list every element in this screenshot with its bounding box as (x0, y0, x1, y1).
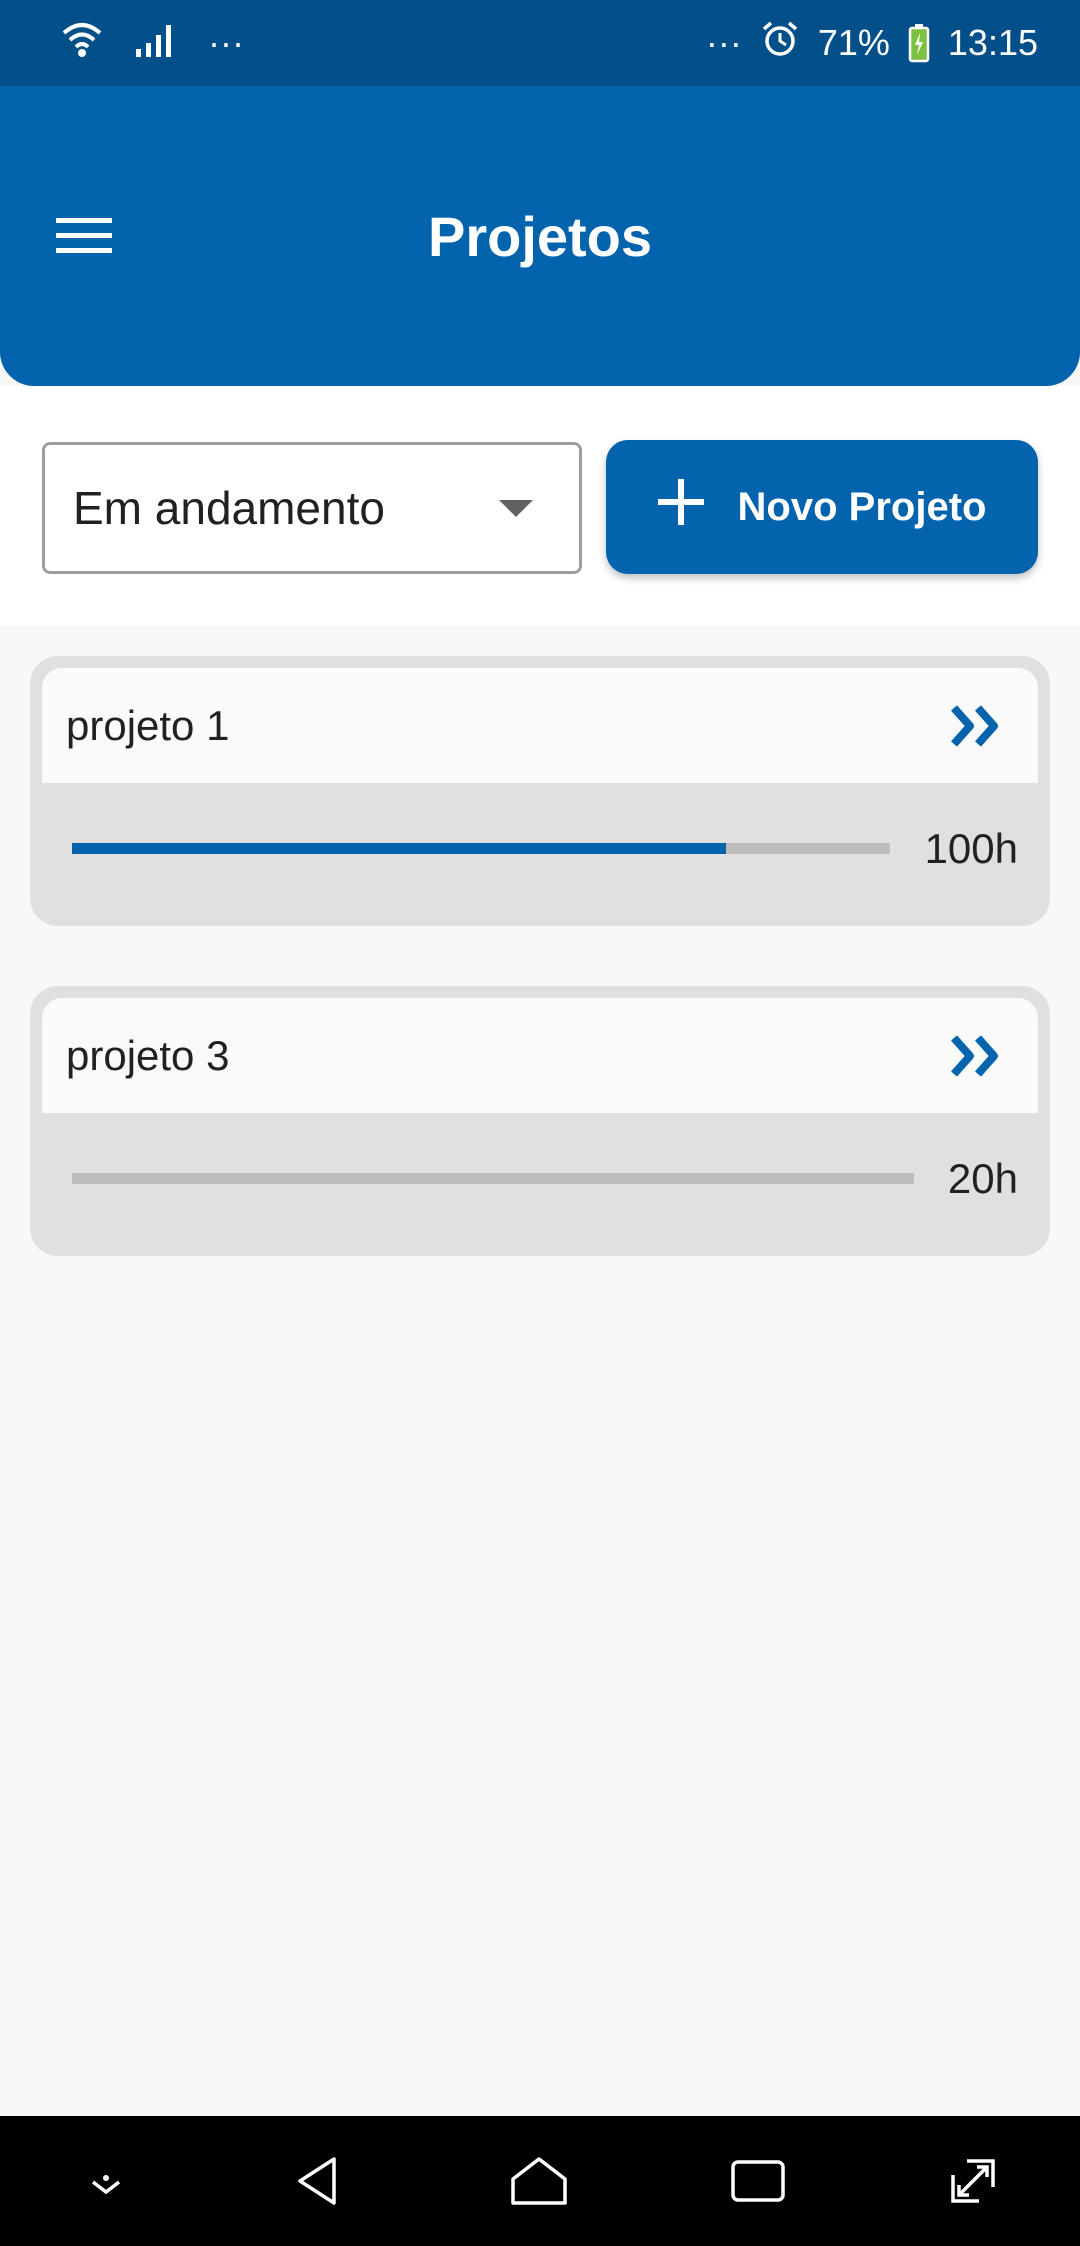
double-chevron-right-icon[interactable] (948, 1028, 1008, 1084)
status-filter-value: Em andamento (73, 482, 385, 534)
progress-bar (72, 1173, 914, 1184)
plus-icon (657, 479, 704, 535)
project-hours: 20h (947, 1155, 1018, 1202)
progress-fill (72, 843, 727, 854)
battery-level: 71% (817, 22, 890, 63)
new-project-label: Novo Projeto (737, 484, 987, 529)
wifi-icon (60, 17, 104, 70)
project-list: projeto 1 100h projeto 3 20h (30, 656, 1050, 1316)
status-bar: ··· ··· 71% 13:15 (0, 0, 1080, 86)
app-bar: Projetos (0, 86, 1080, 386)
project-name: projeto 1 (66, 702, 230, 749)
battery-icon (908, 23, 930, 63)
controls-section: Em andamento Novo Projeto (0, 386, 1080, 626)
back-icon[interactable] (292, 2153, 348, 2209)
project-card-body: 20h (42, 1113, 1038, 1243)
project-hours: 100h (924, 825, 1018, 872)
clock-time: 13:15 (947, 22, 1038, 63)
status-dots-right: ··· (705, 22, 742, 63)
signal-icon (134, 19, 178, 68)
screen-expand-icon[interactable] (947, 2155, 999, 2207)
project-card-body: 100h (42, 783, 1038, 913)
notification-pull-icon[interactable] (81, 2156, 131, 2206)
status-dots-left: ··· (208, 22, 244, 63)
status-left: ··· (60, 17, 244, 70)
project-card[interactable]: projeto 1 100h (30, 656, 1050, 926)
home-icon[interactable] (509, 2153, 569, 2209)
project-card-header: projeto 3 (42, 998, 1038, 1113)
caret-down-icon (499, 499, 533, 517)
status-right: ··· 71% 13:15 (706, 19, 1038, 68)
double-chevron-right-icon[interactable] (948, 698, 1008, 754)
progress-bar (72, 843, 890, 854)
recent-apps-icon[interactable] (730, 2156, 786, 2206)
alarm-icon (760, 19, 800, 68)
project-card[interactable]: projeto 3 20h (30, 986, 1050, 1256)
system-nav-bar (0, 2116, 1080, 2246)
status-filter-dropdown[interactable]: Em andamento (42, 442, 582, 574)
new-project-button[interactable]: Novo Projeto (606, 440, 1038, 574)
project-name: projeto 3 (66, 1032, 230, 1079)
project-card-header: projeto 1 (42, 668, 1038, 783)
page-title: Projetos (427, 205, 653, 268)
